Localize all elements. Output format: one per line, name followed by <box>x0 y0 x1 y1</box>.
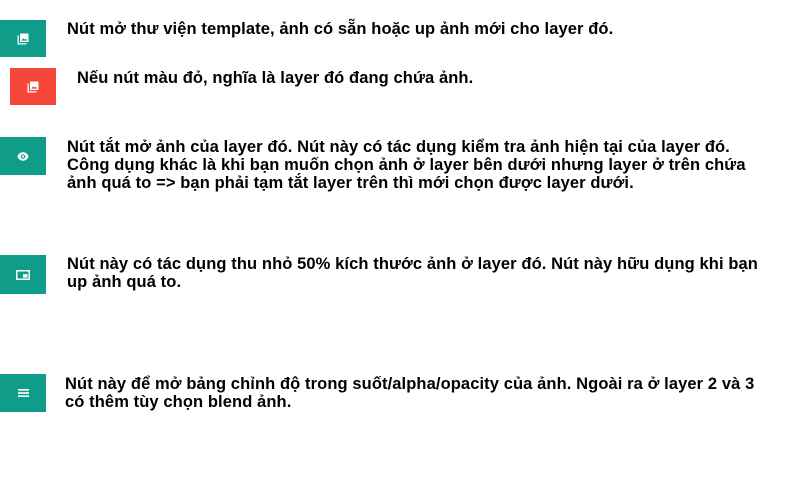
red-button-description: Nếu nút màu đỏ, nghĩa là layer đó đang c… <box>77 69 474 87</box>
library-button-description: Nút mở thư viện template, ảnh có sẵn hoặ… <box>67 20 614 38</box>
library-button-has-image[interactable] <box>10 68 56 105</box>
visibility-toggle-button[interactable] <box>0 137 46 175</box>
picture-in-picture-icon <box>16 269 30 280</box>
photo-library-icon <box>17 33 29 45</box>
library-button[interactable] <box>0 20 46 57</box>
photo-library-icon <box>27 81 39 93</box>
shrink-image-button[interactable] <box>0 255 46 294</box>
opacity-panel-button[interactable] <box>0 374 46 412</box>
shrink-button-description: Nút này có tác dụng thu nhỏ 50% kích thư… <box>67 255 758 291</box>
visibility-button-description: Nút tắt mở ảnh của layer đó. Nút này có … <box>67 138 746 192</box>
eye-icon <box>17 151 29 161</box>
menu-icon <box>17 389 29 397</box>
opacity-button-description: Nút này để mở bảng chỉnh độ trong suốt/a… <box>65 375 755 411</box>
